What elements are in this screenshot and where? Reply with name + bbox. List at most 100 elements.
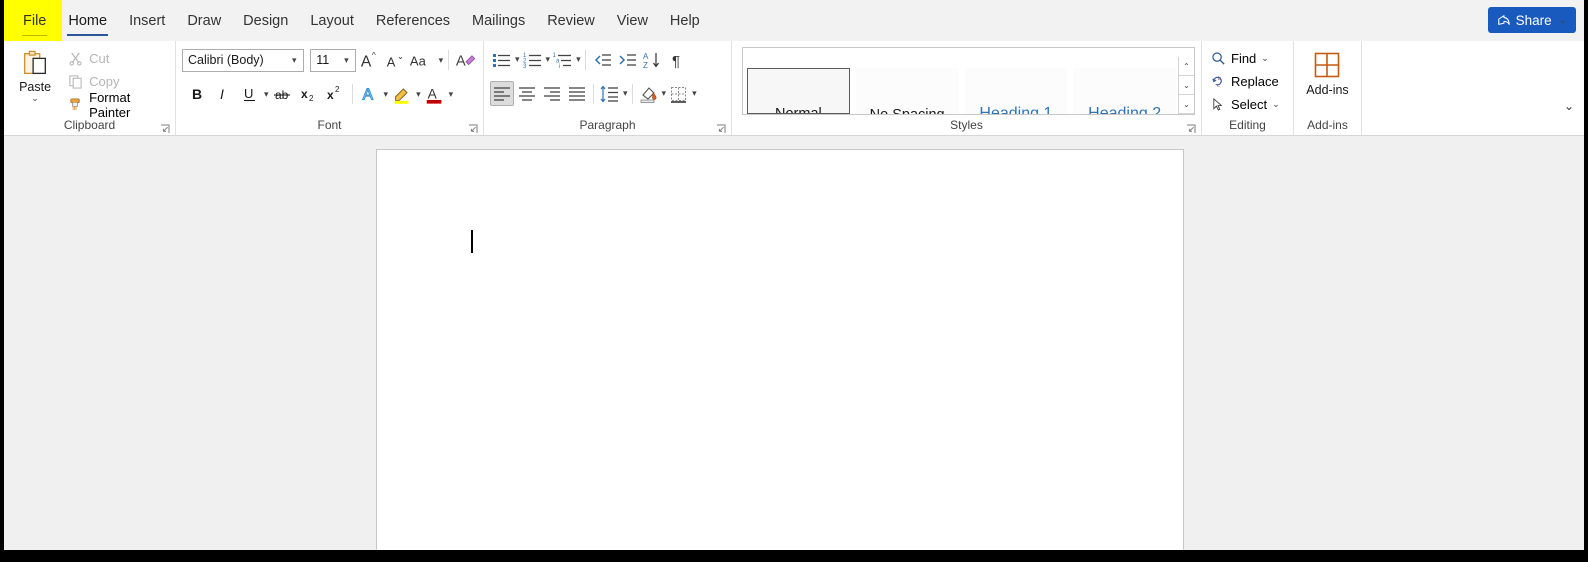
find-chevron-icon[interactable]: ⌄ xyxy=(1261,53,1269,64)
multilevel-list-chevron-icon[interactable]: ▾ xyxy=(576,54,581,65)
styles-gallery[interactable]: Normal No Spacing Heading 1 Heading 2 ⌃ … xyxy=(742,47,1195,115)
tab-layout[interactable]: Layout xyxy=(299,0,365,41)
tab-mailings[interactable]: Mailings xyxy=(461,0,536,41)
align-right-button[interactable] xyxy=(540,81,564,106)
font-size-combobox[interactable]: 11 ▾ xyxy=(310,48,357,72)
underline-chevron-icon[interactable]: ▾ xyxy=(264,89,269,100)
style-item-heading-2[interactable]: Heading 2 xyxy=(1073,68,1177,114)
highlight-color-button[interactable] xyxy=(390,82,414,107)
tab-insert[interactable]: Insert xyxy=(118,0,176,41)
font-separator-1 xyxy=(448,50,450,70)
text-effects-button[interactable]: A xyxy=(358,82,382,107)
paste-label: Paste xyxy=(19,80,52,94)
clipboard-dialog-launcher[interactable] xyxy=(160,124,170,134)
ribbon-group-addins: Add-ins Add-ins xyxy=(1294,41,1362,135)
styles-dialog-launcher[interactable] xyxy=(1186,124,1196,134)
highlight-color-chevron-icon[interactable]: ▾ xyxy=(416,89,421,100)
format-painter-label: Format Painter xyxy=(89,89,131,120)
addins-button[interactable]: Add-ins xyxy=(1306,50,1349,97)
font-name-combobox[interactable]: Calibri (Body) ▾ xyxy=(182,48,305,72)
numbering-chevron-icon[interactable]: ▾ xyxy=(546,54,551,65)
find-button[interactable]: Find ⌄ xyxy=(1208,48,1293,70)
font-dialog-launcher[interactable] xyxy=(468,124,478,134)
bullets-button[interactable] xyxy=(490,47,514,72)
underline-button[interactable]: U xyxy=(238,82,262,107)
shading-button[interactable] xyxy=(637,81,661,106)
line-spacing-button[interactable] xyxy=(598,81,622,106)
font-size-value: 11 xyxy=(316,53,330,67)
cut-button[interactable]: Cut xyxy=(64,48,175,70)
styles-scroll-down-button[interactable]: ⌄ xyxy=(1179,76,1194,95)
tab-file[interactable]: File xyxy=(12,0,57,41)
tab-review[interactable]: Review xyxy=(536,0,606,41)
numbering-button[interactable]: 123 xyxy=(521,47,545,72)
decrease-indent-button[interactable] xyxy=(590,47,614,72)
svg-text:c: c xyxy=(1217,83,1220,89)
sort-button[interactable]: AZ xyxy=(640,47,664,72)
font-color-button[interactable]: A xyxy=(423,82,447,107)
shrink-font-button[interactable]: A ⌄ xyxy=(383,48,406,73)
select-button[interactable]: Select ⌄ xyxy=(1208,94,1293,116)
clipboard-group-body: Paste ⌄ Cut Copy Format Painter xyxy=(4,46,175,120)
increase-indent-button[interactable] xyxy=(615,47,639,72)
superscript-button[interactable]: x2 xyxy=(323,82,347,107)
svg-text:A: A xyxy=(361,53,372,70)
paragraph-separator-1 xyxy=(584,49,586,70)
style-item-normal[interactable]: Normal xyxy=(747,68,850,114)
style-item-heading-1[interactable]: Heading 1 xyxy=(964,68,1068,114)
font-color-chevron-icon[interactable]: ▾ xyxy=(449,89,454,100)
align-left-button[interactable] xyxy=(490,81,514,106)
bold-button[interactable]: B xyxy=(186,82,210,107)
shading-chevron-icon[interactable]: ▾ xyxy=(662,88,667,99)
clipboard-group-label: Clipboard xyxy=(63,118,116,132)
line-spacing-chevron-icon[interactable]: ▾ xyxy=(623,88,628,99)
italic-button[interactable]: I xyxy=(212,82,236,107)
select-label: Select xyxy=(1231,97,1268,112)
clipboard-group-label-row: Clipboard xyxy=(4,117,175,135)
text-cursor xyxy=(471,230,473,253)
tab-view[interactable]: View xyxy=(606,0,659,41)
tab-draw[interactable]: Draw xyxy=(176,0,232,41)
document-page[interactable] xyxy=(376,149,1184,555)
paragraph-dialog-launcher[interactable] xyxy=(716,124,726,134)
borders-button[interactable] xyxy=(667,81,691,106)
ribbon-group-clipboard: Paste ⌄ Cut Copy Format Painter Clipboar… xyxy=(4,41,176,135)
format-painter-button[interactable]: Format Painter xyxy=(64,90,175,120)
collapse-ribbon-button[interactable]: ⌄ xyxy=(1564,99,1574,113)
ribbon-group-font: Calibri (Body) ▾ 11 ▾ A ^ A ⌄ Aa ▾ A B I… xyxy=(176,41,484,135)
clear-formatting-button[interactable]: A xyxy=(454,48,477,73)
tab-home[interactable]: Home xyxy=(57,0,118,41)
ribbon-tabs: File Home Insert Draw Design Layout Refe… xyxy=(4,0,711,41)
change-case-button[interactable]: Aa xyxy=(408,48,437,73)
style-item-heading-2-label: Heading 2 xyxy=(1088,105,1162,114)
paste-button[interactable]: Paste ⌄ xyxy=(10,46,60,117)
styles-scroll-up-button[interactable]: ⌃ xyxy=(1179,57,1194,76)
text-effects-chevron-icon[interactable]: ▾ xyxy=(384,89,389,100)
multilevel-list-button[interactable]: 1ai xyxy=(551,47,575,72)
justify-button[interactable] xyxy=(565,81,589,106)
bullets-chevron-icon[interactable]: ▾ xyxy=(515,54,520,65)
tab-design[interactable]: Design xyxy=(232,0,299,41)
select-chevron-icon[interactable]: ⌄ xyxy=(1272,99,1280,110)
show-formatting-marks-button[interactable]: ¶ xyxy=(665,47,689,72)
svg-text:3: 3 xyxy=(523,64,527,70)
tab-home-label: Home xyxy=(68,12,108,29)
borders-chevron-icon[interactable]: ▾ xyxy=(692,88,697,99)
style-item-no-spacing[interactable]: No Spacing xyxy=(855,68,959,114)
align-center-button[interactable] xyxy=(515,81,539,106)
share-button[interactable]: Share ⌄ xyxy=(1487,7,1576,33)
styles-gallery-scrollbar[interactable]: ⌃ ⌄ ⌄ xyxy=(1178,57,1194,114)
tab-help[interactable]: Help xyxy=(659,0,711,41)
addins-group-label-row: Add-ins xyxy=(1294,117,1361,135)
svg-text:b: b xyxy=(1218,76,1221,82)
tab-references[interactable]: References xyxy=(365,0,461,41)
styles-more-button[interactable]: ⌄ xyxy=(1179,95,1194,114)
grow-font-button[interactable]: A ^ xyxy=(358,48,381,73)
change-case-chevron-icon[interactable]: ▾ xyxy=(439,55,444,66)
svg-text:A: A xyxy=(455,54,465,70)
tab-view-label: View xyxy=(616,12,648,29)
addins-label: Add-ins xyxy=(1306,83,1349,97)
subscript-button[interactable]: x2 xyxy=(297,82,321,107)
strikethrough-button[interactable]: ab xyxy=(271,82,295,107)
replace-button[interactable]: bc Replace xyxy=(1208,71,1293,93)
